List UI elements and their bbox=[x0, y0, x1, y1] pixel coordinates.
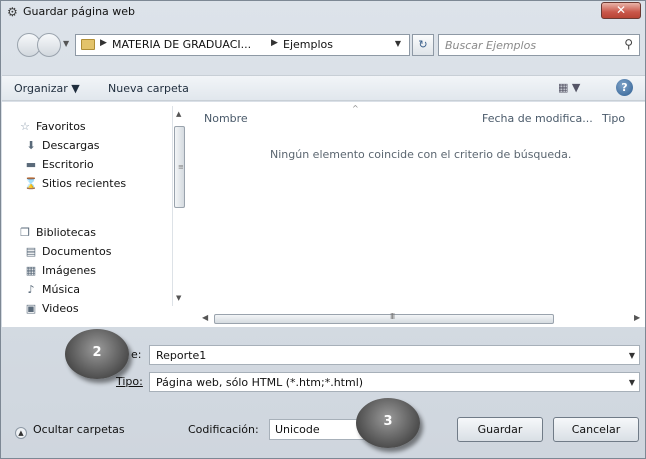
sidebar-item-escritorio[interactable]: ▬ Escritorio bbox=[24, 158, 94, 171]
step-marker-3: 3 bbox=[356, 398, 420, 448]
sidebar-item-label: Documentos bbox=[42, 245, 112, 258]
scroll-right-icon[interactable]: ▶ bbox=[634, 313, 640, 322]
videos-icon: ▣ bbox=[25, 302, 37, 315]
column-header-type[interactable]: Tipo bbox=[602, 112, 625, 125]
sidebar-item-descargas[interactable]: ⬇ Descargas bbox=[24, 139, 100, 152]
filename-dropdown-icon[interactable]: ▼ bbox=[629, 351, 635, 360]
sidebar-item-label: Descargas bbox=[42, 139, 100, 152]
sidebar-item-label: Favoritos bbox=[36, 120, 86, 133]
breadcrumb-separator-icon[interactable]: ▶ bbox=[271, 38, 278, 48]
filename-label: e: bbox=[131, 348, 142, 361]
organize-button[interactable]: Organizar ▼ bbox=[14, 82, 80, 95]
forward-button[interactable] bbox=[37, 33, 61, 57]
step-marker-2: 2 bbox=[65, 329, 129, 379]
scrollbar-grip-icon: ≡ bbox=[178, 163, 184, 171]
pictures-icon: ▦ bbox=[25, 264, 37, 277]
column-header-date[interactable]: Fecha de modifica... bbox=[482, 112, 593, 125]
hide-folders-label: Ocultar carpetas bbox=[33, 423, 125, 436]
save-dialog-window: ⚙ Guardar página web ✕ ▼ ▶ MATERIA DE GR… bbox=[0, 0, 646, 459]
scroll-left-icon[interactable]: ◀ bbox=[202, 313, 208, 322]
dialog-footer: ▲ Ocultar carpetas Codificación: Unicode … bbox=[1, 411, 646, 451]
scroll-down-icon[interactable]: ▼ bbox=[176, 294, 181, 302]
breadcrumb-materia[interactable]: MATERIA DE GRADUACI... bbox=[112, 38, 251, 51]
search-box[interactable]: Buscar Ejemplos ⚲ bbox=[438, 34, 640, 56]
sidebar-item-label: Videos bbox=[42, 302, 79, 315]
breadcrumb-ejemplos[interactable]: Ejemplos bbox=[283, 38, 333, 51]
horizontal-scrollbar-thumb[interactable]: III bbox=[214, 312, 554, 324]
documents-icon: ▤ bbox=[25, 245, 37, 258]
star-icon: ☆ bbox=[20, 120, 30, 133]
sidebar-item-label: Imágenes bbox=[42, 264, 96, 277]
horizontal-scrollbar[interactable]: ◀ III ▶ bbox=[202, 312, 640, 325]
encoding-select[interactable]: Unicode bbox=[269, 419, 365, 440]
sidebar-item-musica[interactable]: ♪ Música bbox=[24, 283, 80, 296]
filename-value[interactable]: Reporte1 bbox=[156, 349, 206, 362]
sidebar-item-label: Sitios recientes bbox=[42, 177, 127, 190]
recent-places-icon: ⌛ bbox=[24, 177, 38, 190]
sidebar-item-label: Escritorio bbox=[42, 158, 94, 171]
sidebar-item-videos[interactable]: ▣ Videos bbox=[24, 302, 79, 315]
cancel-button[interactable]: Cancelar bbox=[553, 417, 639, 442]
help-icon[interactable]: ? bbox=[616, 79, 633, 96]
filename-field[interactable]: Reporte1 ▼ bbox=[149, 345, 640, 365]
address-bar[interactable]: ▶ MATERIA DE GRADUACI... ▶ Ejemplos ▼ bbox=[75, 34, 410, 56]
search-icon[interactable]: ⚲ bbox=[624, 37, 633, 51]
sort-indicator-icon: ^ bbox=[352, 104, 359, 113]
window-title: Guardar página web bbox=[23, 5, 136, 18]
column-header-name[interactable]: Nombre bbox=[204, 112, 248, 125]
encoding-label: Codificación: bbox=[188, 423, 259, 436]
navigation-bar: ▼ ▶ MATERIA DE GRADUACI... ▶ Ejemplos ▼ … bbox=[1, 31, 645, 59]
filetype-value[interactable]: Página web, sólo HTML (*.htm;*.html) bbox=[156, 376, 363, 389]
libraries-icon: ❐ bbox=[20, 226, 30, 239]
save-button[interactable]: Guardar bbox=[457, 417, 543, 442]
app-icon: ⚙ bbox=[7, 5, 18, 19]
sidebar-item-bibliotecas[interactable]: ❐ Bibliotecas bbox=[18, 226, 96, 239]
search-placeholder[interactable]: Buscar Ejemplos bbox=[445, 39, 536, 52]
scrollbar-thumb[interactable]: ≡ bbox=[174, 126, 185, 208]
filetype-label: Tipo: bbox=[116, 375, 143, 388]
breadcrumb-separator-icon[interactable]: ▶ bbox=[100, 38, 107, 48]
filetype-dropdown-icon[interactable]: ▼ bbox=[629, 378, 635, 387]
collapse-arrow-icon: ▲ bbox=[15, 427, 27, 439]
music-icon: ♪ bbox=[27, 283, 35, 296]
sidebar-item-label: Bibliotecas bbox=[36, 226, 97, 239]
sidebar-item-imagenes[interactable]: ▦ Imágenes bbox=[24, 264, 96, 277]
title-bar: ⚙ Guardar página web ✕ bbox=[1, 1, 645, 23]
view-options-icon[interactable]: ▦ ▼ bbox=[558, 81, 580, 94]
sidebar-item-documentos[interactable]: ▤ Documentos bbox=[24, 245, 112, 258]
navigation-pane: ☆ Favoritos ⬇ Descargas ▬ Escritorio ⌛ Sitio… bbox=[2, 102, 188, 327]
file-list: ^ Nombre Fecha de modifica... Tipo Ningú… bbox=[192, 102, 645, 327]
refresh-button[interactable]: ↻ bbox=[412, 34, 434, 56]
sidebar-item-favoritos[interactable]: ☆ Favoritos bbox=[18, 120, 86, 133]
new-folder-button[interactable]: Nueva carpeta bbox=[108, 82, 189, 95]
desktop-icon: ▬ bbox=[25, 158, 37, 171]
command-toolbar: Organizar ▼ Nueva carpeta ▦ ▼ ? bbox=[2, 75, 645, 101]
sidebar-item-sitios-recientes[interactable]: ⌛ Sitios recientes bbox=[24, 177, 126, 190]
main-area: ☆ Favoritos ⬇ Descargas ▬ Escritorio ⌛ Sitio… bbox=[2, 102, 645, 327]
empty-list-message: Ningún elemento coincide con el criterio… bbox=[270, 148, 572, 161]
scrollbar-grip-icon: III bbox=[390, 312, 395, 321]
scroll-up-icon[interactable]: ▲ bbox=[176, 110, 181, 118]
downloads-icon: ⬇ bbox=[26, 139, 36, 152]
sidebar-item-label: Música bbox=[42, 283, 81, 296]
recent-pages-dropdown-icon[interactable]: ▼ bbox=[63, 39, 69, 48]
navigation-scrollbar[interactable]: ▲ ≡ ▼ bbox=[172, 106, 186, 306]
hide-folders-button[interactable]: ▲ Ocultar carpetas bbox=[15, 423, 125, 439]
filetype-select[interactable]: Página web, sólo HTML (*.htm;*.html) ▼ bbox=[149, 372, 640, 392]
encoding-value[interactable]: Unicode bbox=[275, 423, 320, 436]
close-button[interactable]: ✕ bbox=[601, 2, 641, 19]
address-dropdown-icon[interactable]: ▼ bbox=[395, 39, 401, 48]
folder-icon bbox=[81, 39, 95, 50]
